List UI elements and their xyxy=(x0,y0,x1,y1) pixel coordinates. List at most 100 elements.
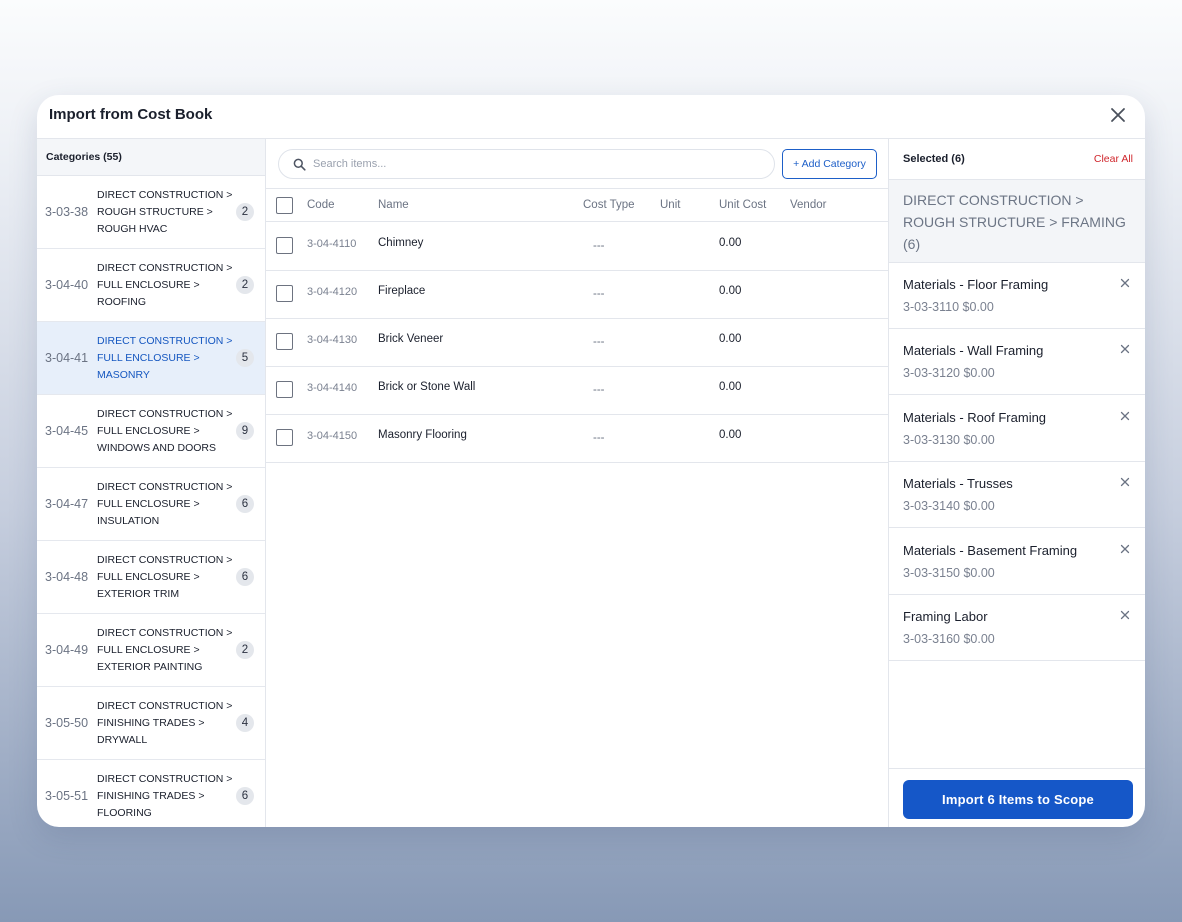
row-checkbox[interactable] xyxy=(276,429,293,446)
table-row[interactable]: 3-04-4150 Masonry Flooring --- 0.00 xyxy=(266,415,888,463)
selected-item-meta: 3-03-3130 $0.00 xyxy=(903,432,995,447)
category-item[interactable]: 3-05-50 DIRECT CONSTRUCTION > FINISHING T… xyxy=(37,687,265,760)
row-unit-cost: 0.00 xyxy=(719,429,742,441)
remove-icon[interactable] xyxy=(1119,543,1131,555)
category-count-badge: 4 xyxy=(236,714,254,732)
close-button[interactable] xyxy=(1107,104,1129,126)
selected-item-meta: 3-03-3150 $0.00 xyxy=(903,565,995,580)
footer-divider xyxy=(889,768,1145,769)
category-item[interactable]: 3-04-49 DIRECT CONSTRUCTION > FULL ENCLOS… xyxy=(37,614,265,687)
category-item[interactable]: 3-04-48 DIRECT CONSTRUCTION > FULL ENCLOS… xyxy=(37,541,265,614)
selected-panel: Selected (6) Clear All DIRECT CONSTRUCTI… xyxy=(888,139,1145,827)
remove-icon[interactable] xyxy=(1119,609,1131,621)
row-unit-cost: 0.00 xyxy=(719,333,742,345)
table-row[interactable]: 3-04-4130 Brick Veneer --- 0.00 xyxy=(266,319,888,367)
row-cost-type: --- xyxy=(593,288,605,300)
row-cost-type: --- xyxy=(593,432,605,444)
category-code: 3-04-40 xyxy=(45,278,89,292)
category-label: DIRECT CONSTRUCTION > FULL ENCLOSURE > R… xyxy=(97,261,233,308)
import-modal: Import from Cost Book Categories (55) 3-… xyxy=(37,95,1145,827)
row-checkbox[interactable] xyxy=(276,237,293,254)
category-item[interactable]: 3-05-51 DIRECT CONSTRUCTION > FINISHING T… xyxy=(37,760,265,827)
row-checkbox[interactable] xyxy=(276,381,293,398)
category-code: 3-04-45 xyxy=(45,424,89,438)
add-category-button[interactable]: + Add Category xyxy=(782,149,877,179)
category-code: 3-04-49 xyxy=(45,643,89,657)
remove-icon[interactable] xyxy=(1119,343,1131,355)
row-cost-type: --- xyxy=(593,240,605,252)
selected-header: Selected (6) Clear All xyxy=(889,139,1145,180)
categories-panel: Categories (55) 3-03-38 DIRECT CONSTRUCTI… xyxy=(37,139,266,827)
selected-item-name: Materials - Wall Framing xyxy=(903,343,1044,359)
row-code: 3-04-4120 xyxy=(307,286,358,298)
category-count-badge: 2 xyxy=(236,641,254,659)
row-cost-type: --- xyxy=(593,336,605,348)
category-count-badge: 2 xyxy=(236,276,254,294)
row-code: 3-04-4140 xyxy=(307,382,358,394)
search-icon xyxy=(293,158,306,171)
search-input[interactable] xyxy=(313,150,763,178)
row-code: 3-04-4110 xyxy=(307,238,357,250)
category-count-badge: 9 xyxy=(236,422,254,440)
import-button[interactable]: Import 6 Items to Scope xyxy=(903,780,1133,819)
row-name: Brick Veneer xyxy=(378,333,444,345)
table-row[interactable]: 3-04-4110 Chimney --- 0.00 xyxy=(266,223,888,271)
category-count-badge: 5 xyxy=(236,349,254,367)
category-code: 3-04-41 xyxy=(45,351,89,365)
table-row[interactable]: 3-04-4120 Fireplace --- 0.00 xyxy=(266,271,888,319)
category-list: 3-03-38 DIRECT CONSTRUCTION > ROUGH STRUC… xyxy=(37,176,265,827)
category-count-badge: 6 xyxy=(236,787,254,805)
selected-item-meta: 3-03-3140 $0.00 xyxy=(903,499,995,514)
col-unit-cost[interactable]: Unit Cost xyxy=(719,199,766,211)
row-checkbox[interactable] xyxy=(276,285,293,302)
row-cost-type: --- xyxy=(593,384,605,396)
selected-item: Materials - Basement Framing 3-03-3150 $0… xyxy=(889,529,1145,595)
search-box xyxy=(278,149,775,179)
remove-icon[interactable] xyxy=(1119,277,1131,289)
row-code: 3-04-4150 xyxy=(307,430,358,442)
row-checkbox[interactable] xyxy=(276,333,293,350)
remove-icon[interactable] xyxy=(1119,476,1131,488)
modal-title: Import from Cost Book xyxy=(49,106,213,123)
table-row[interactable]: 3-04-4140 Brick or Stone Wall --- 0.00 xyxy=(266,367,888,415)
selected-item-name: Materials - Roof Framing xyxy=(903,409,1047,425)
row-unit-cost: 0.00 xyxy=(719,381,742,393)
category-label: DIRECT CONSTRUCTION > FULL ENCLOSURE > M… xyxy=(97,334,233,381)
category-item[interactable]: 3-04-45 DIRECT CONSTRUCTION > FULL ENCLOS… xyxy=(37,395,265,468)
category-label: DIRECT CONSTRUCTION > FULL ENCLOSURE > I… xyxy=(97,480,233,527)
category-label: DIRECT CONSTRUCTION > FINISHING TRADES >… xyxy=(97,699,233,746)
category-item[interactable]: 3-04-47 DIRECT CONSTRUCTION > FULL ENCLOS… xyxy=(37,468,265,541)
category-code: 3-03-38 xyxy=(45,205,89,219)
category-item[interactable]: 3-03-38 DIRECT CONSTRUCTION > ROUGH STRUC… xyxy=(37,176,265,249)
selected-item-meta: 3-03-3110 $0.00 xyxy=(903,300,994,314)
category-item[interactable]: 3-04-40 DIRECT CONSTRUCTION > FULL ENCLOS… xyxy=(37,249,265,322)
items-panel: + Add Category Code Name Cost Type Unit … xyxy=(266,139,888,827)
categories-header: Categories (55) xyxy=(37,139,265,176)
category-code: 3-04-48 xyxy=(45,570,89,584)
remove-icon[interactable] xyxy=(1119,410,1131,422)
selected-item: Materials - Wall Framing 3-03-3120 $0.00 xyxy=(889,329,1145,396)
category-label: DIRECT CONSTRUCTION > FULL ENCLOSURE > W… xyxy=(97,407,233,454)
row-code: 3-04-4130 xyxy=(307,334,358,346)
selected-item: Materials - Trusses 3-03-3140 $0.00 xyxy=(889,462,1145,529)
category-label: DIRECT CONSTRUCTION > FINISHING TRADES >… xyxy=(97,772,233,819)
close-icon xyxy=(1111,108,1125,122)
clear-all-button[interactable]: Clear All xyxy=(1094,153,1133,165)
selected-item: Framing Labor 3-03-3160 $0.00 xyxy=(889,595,1145,661)
category-item[interactable]: 3-04-41 DIRECT CONSTRUCTION > FULL ENCLOS… xyxy=(37,322,265,395)
category-count-badge: 6 xyxy=(236,495,254,513)
selected-item-name: Materials - Trusses xyxy=(903,476,1013,492)
select-all-checkbox[interactable] xyxy=(276,197,293,214)
table-header: Code Name Cost Type Unit Unit Cost Vendo… xyxy=(266,188,888,222)
col-vendor[interactable]: Vendor xyxy=(790,199,826,211)
row-name: Fireplace xyxy=(378,285,426,297)
col-code[interactable]: Code xyxy=(307,199,335,211)
selected-item-name: Materials - Basement Framing xyxy=(903,542,1078,558)
category-label: DIRECT CONSTRUCTION > ROUGH STRUCTURE > … xyxy=(97,188,233,235)
col-cost-type[interactable]: Cost Type xyxy=(583,199,635,211)
col-unit[interactable]: Unit xyxy=(660,199,680,211)
modal-header: Import from Cost Book xyxy=(37,95,1145,139)
col-name[interactable]: Name xyxy=(378,199,409,211)
category-count-badge: 2 xyxy=(236,203,254,221)
category-label: DIRECT CONSTRUCTION > FULL ENCLOSURE > E… xyxy=(97,553,233,600)
